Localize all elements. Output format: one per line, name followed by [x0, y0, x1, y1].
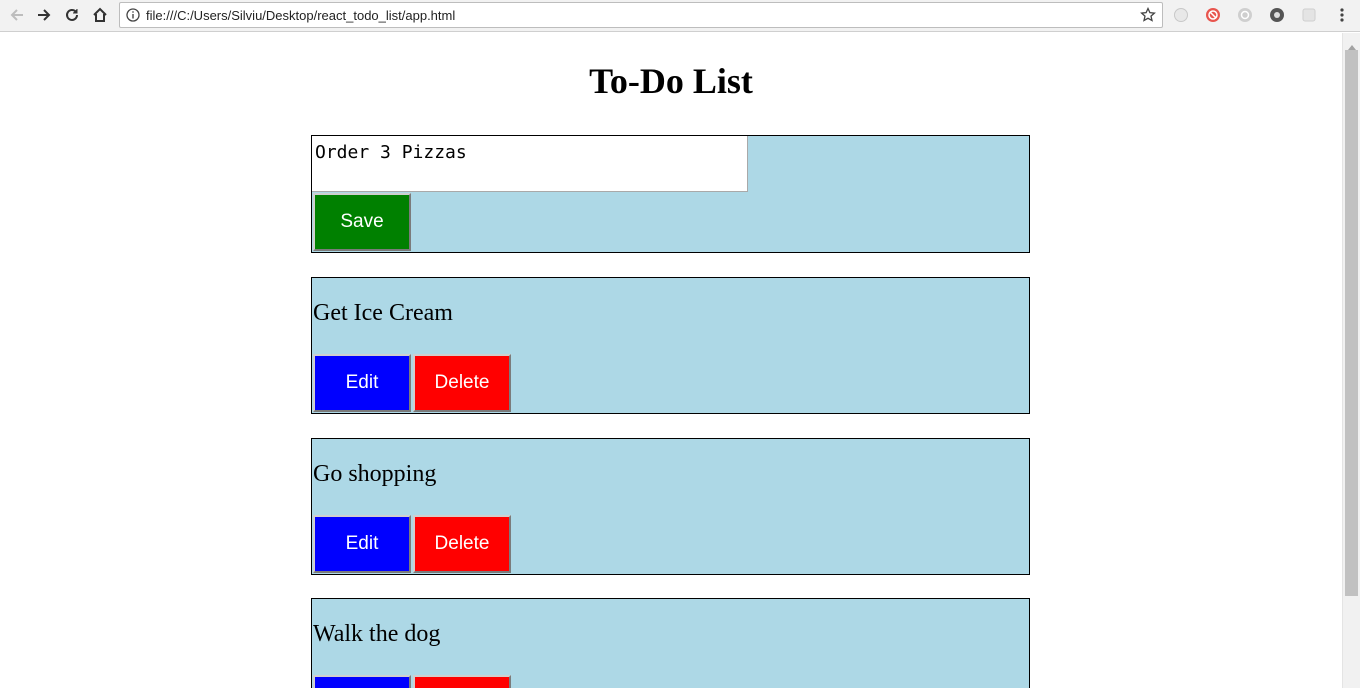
save-button[interactable]: Save [313, 193, 411, 251]
extension-icon[interactable] [1236, 6, 1254, 24]
back-icon[interactable] [5, 4, 29, 26]
delete-button[interactable] [413, 675, 511, 688]
info-icon[interactable] [126, 8, 140, 27]
todo-text: Get Ice Cream [313, 300, 453, 326]
todo-item: Go shopping Edit Delete [311, 438, 1030, 575]
reload-icon[interactable] [60, 4, 84, 26]
extension-icon[interactable] [1268, 6, 1286, 24]
block-icon[interactable] [1204, 6, 1222, 24]
star-icon[interactable] [1140, 6, 1156, 28]
todo-item: Walk the dog [311, 598, 1030, 688]
home-icon[interactable] [88, 4, 112, 26]
edit-button[interactable] [313, 675, 411, 688]
edit-button[interactable]: Edit [313, 515, 411, 573]
todo-text: Go shopping [313, 461, 437, 487]
delete-button[interactable]: Delete [413, 515, 511, 573]
address-bar[interactable]: file:///C:/Users/Silviu/Desktop/react_to… [119, 2, 1163, 28]
forward-icon[interactable] [32, 4, 56, 26]
edit-button[interactable]: Edit [313, 354, 411, 412]
extension-icon[interactable] [1172, 6, 1190, 24]
url-text[interactable]: file:///C:/Users/Silviu/Desktop/react_to… [146, 8, 455, 23]
delete-button[interactable]: Delete [413, 354, 511, 412]
extension-icon[interactable] [1300, 6, 1318, 24]
todo-text: Walk the dog [313, 621, 441, 647]
menu-icon[interactable] [1333, 6, 1351, 24]
vertical-scrollbar[interactable] [1342, 33, 1360, 688]
browser-toolbar: file:///C:/Users/Silviu/Desktop/react_to… [0, 0, 1360, 32]
todo-input[interactable]: Order 3 Pizzas [312, 136, 748, 192]
scroll-thumb[interactable] [1345, 50, 1358, 596]
new-todo-card: Order 3 Pizzas Save [311, 135, 1030, 253]
todo-item: Get Ice Cream Edit Delete [311, 277, 1030, 414]
page-title: To-Do List [589, 61, 753, 101]
